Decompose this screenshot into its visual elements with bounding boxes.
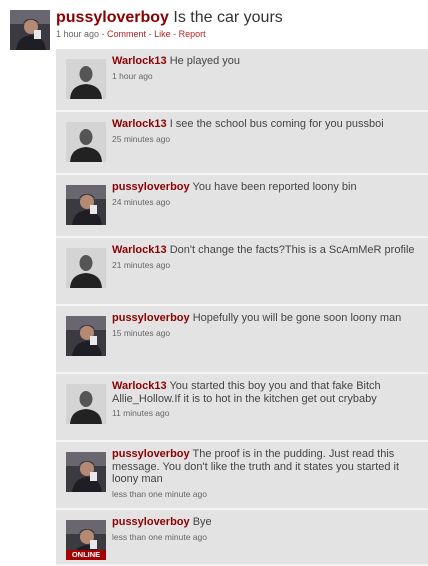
comment-link[interactable]: Comment (107, 29, 146, 39)
reply-item: pussyloverboy You have been reported loo… (56, 175, 428, 238)
reply-avatar[interactable] (66, 452, 106, 492)
reply-item: pussyloverboy The proof is in the puddin… (56, 442, 428, 510)
poster-avatar[interactable] (10, 10, 50, 50)
reply-avatar[interactable] (66, 248, 106, 288)
reply-time: 1 hour ago (112, 70, 153, 81)
reply-text: You have been reported loony bin (192, 181, 357, 193)
reply-list: Warlock13 He played you 1 hour ago Warlock… (56, 49, 428, 566)
reply-username[interactable]: Warlock13 (112, 118, 167, 130)
reply-time: less than one minute ago (112, 531, 207, 542)
poster-username[interactable]: pussyloverboy (56, 9, 169, 26)
reply-avatar[interactable] (66, 316, 106, 356)
reply-item: pussyloverboy Hopefully you will be gone… (56, 306, 428, 374)
reply-time: 25 minutes ago (112, 133, 171, 144)
separator: - (99, 29, 108, 39)
reply-username[interactable]: pussyloverboy (112, 516, 190, 528)
reply-item: Warlock13 Don't change the facts?This is… (56, 238, 428, 306)
report-link[interactable]: Report (179, 29, 206, 39)
online-badge: ONLINE (66, 550, 106, 560)
reply-text: Bye (192, 516, 212, 528)
reply-time: 24 minutes ago (112, 196, 171, 207)
reply-time: less than one minute ago (112, 488, 207, 499)
reply-item: Warlock13 You started this boy you and t… (56, 374, 428, 442)
reply-username[interactable]: pussyloverboy (112, 181, 190, 193)
reply-username[interactable]: Warlock13 (112, 244, 167, 256)
like-link[interactable]: Like (154, 29, 171, 39)
reply-time: 15 minutes ago (112, 327, 171, 338)
reply-text: He played you (169, 55, 241, 67)
reply-item: Warlock13 He played you 1 hour ago (56, 49, 428, 112)
reply-time: 21 minutes ago (112, 259, 171, 270)
reply-time: 11 minutes ago (112, 408, 170, 418)
separator: - (170, 29, 179, 39)
post-time: 1 hour ago (56, 29, 100, 39)
reply-username[interactable]: pussyloverboy (112, 448, 190, 460)
reply-avatar[interactable]: ONLINE (66, 520, 106, 560)
reply-item: ONLINE pussyloverboy Bye less than one min… (56, 510, 428, 566)
reply-text: I see the school bus coming for you puss… (169, 118, 384, 130)
separator: - (146, 29, 155, 39)
main-post: pussyloverboy Is the car yours 1 hour ag… (0, 0, 428, 50)
reply-item: Warlock13 I see the school bus coming fo… (56, 112, 428, 175)
reply-username[interactable]: Warlock13 (112, 380, 167, 392)
reply-username[interactable]: pussyloverboy (112, 312, 190, 324)
reply-text: Don't change the facts?This is a ScAmMeR… (169, 244, 415, 256)
reply-avatar[interactable] (66, 122, 106, 162)
post-text: Is the car yours (173, 9, 283, 26)
reply-avatar[interactable] (66, 59, 106, 99)
reply-username[interactable]: Warlock13 (112, 55, 167, 67)
reply-avatar[interactable] (66, 384, 106, 424)
reply-text: Hopefully you will be gone soon loony ma… (192, 312, 402, 324)
reply-avatar[interactable] (66, 185, 106, 225)
